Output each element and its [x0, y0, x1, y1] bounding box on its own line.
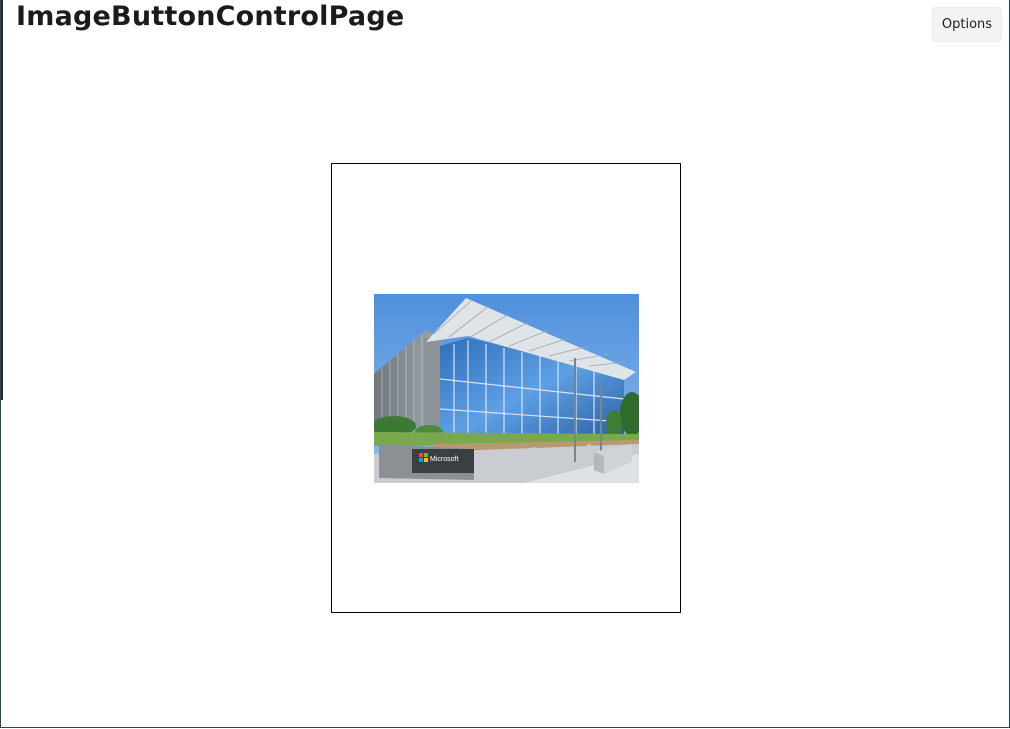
- building-photo: Microsoft: [374, 294, 639, 483]
- window-edge: [1, 0, 3, 400]
- app-window: ImageButtonControlPage Options Microsoft: [0, 0, 1010, 728]
- options-button[interactable]: Options: [932, 7, 1002, 42]
- page-title: ImageButtonControlPage: [16, 1, 405, 32]
- sign-text: Microsoft: [430, 456, 458, 463]
- image-button[interactable]: Microsoft: [331, 163, 681, 613]
